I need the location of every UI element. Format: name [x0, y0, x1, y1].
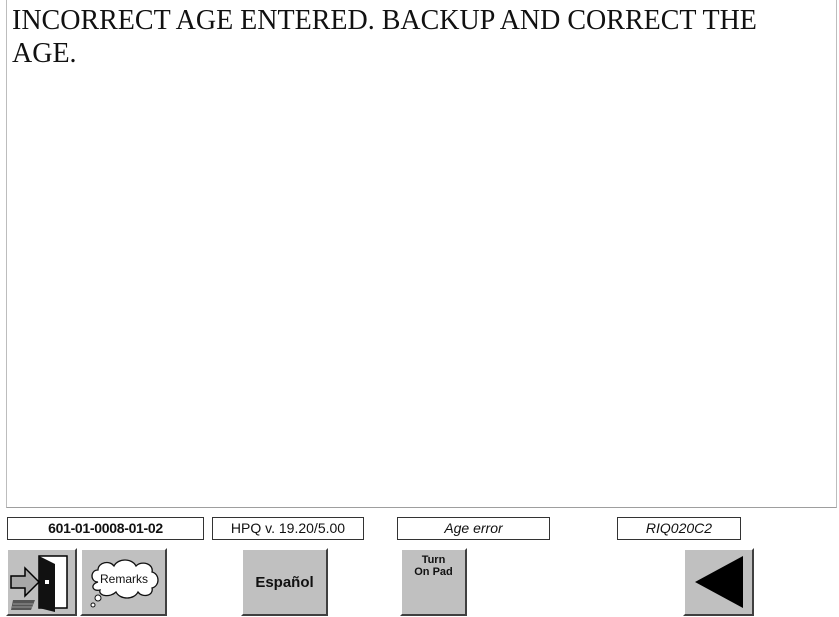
turn-on-pad-label: Turn On Pad [402, 554, 465, 578]
case-id-field: 601-01-0008-01-02 [7, 517, 204, 540]
exit-door-icon [8, 550, 75, 614]
remarks-button[interactable]: Remarks [80, 548, 167, 616]
turn-on-pad-line1: Turn [421, 554, 446, 566]
question-panel: INCORRECT AGE ENTERED. BACKUP AND CORREC… [6, 0, 837, 508]
remarks-label: Remarks [99, 572, 147, 586]
exit-button[interactable] [6, 548, 77, 616]
turn-on-pad-button[interactable]: Turn On Pad [400, 548, 467, 616]
question-text: INCORRECT AGE ENTERED. BACKUP AND CORREC… [12, 5, 757, 69]
back-button[interactable] [683, 548, 754, 616]
espanol-button[interactable]: Español [241, 548, 328, 616]
remarks-cloud-icon: Remarks [90, 559, 159, 608]
espanol-label: Español [255, 573, 314, 591]
error-status-field: Age error [397, 517, 550, 540]
version-field: HPQ v. 19.20/5.00 [212, 517, 364, 540]
screen-code-field: RIQ020C2 [617, 517, 741, 540]
turn-on-pad-line2: On Pad [414, 566, 453, 578]
back-arrow-icon [694, 556, 743, 608]
